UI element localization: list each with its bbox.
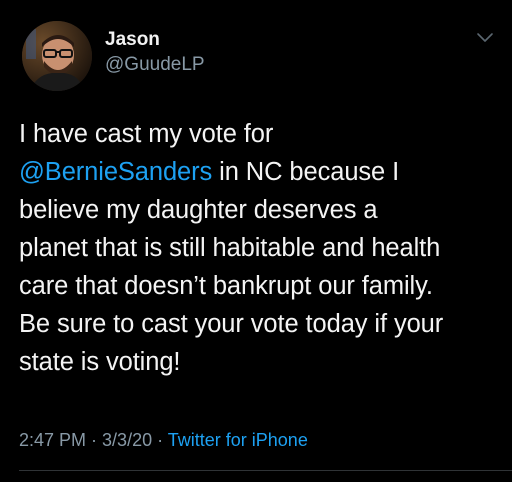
tweet-line: @BernieSanders in NC because I: [19, 153, 504, 191]
avatar[interactable]: [22, 21, 92, 91]
divider: [19, 470, 512, 471]
tweet-date[interactable]: 3/3/20: [102, 430, 152, 450]
meta-separator: ·: [86, 430, 103, 450]
tweet-meta: 2:47 PM · 3/3/20 · Twitter for iPhone: [19, 429, 308, 451]
author-handle[interactable]: @GuudeLP: [105, 54, 205, 76]
tweet-line: care that doesn’t bankrupt our family.: [19, 272, 433, 300]
chevron-down-icon[interactable]: [474, 30, 496, 46]
tweet-line: state is voting!: [19, 348, 181, 376]
tweet-time[interactable]: 2:47 PM: [19, 430, 86, 450]
tweet-source-link[interactable]: Twitter for iPhone: [168, 430, 308, 450]
avatar-photo-icon: [22, 21, 92, 91]
tweet-line: Be sure to cast your vote today if your: [19, 310, 444, 338]
author-name[interactable]: Jason: [105, 29, 160, 51]
tweet-text: I have cast my vote for @BernieSanders i…: [19, 115, 504, 381]
tweet-line: believe my daughter deserves a: [19, 196, 378, 224]
tweet-line: I have cast my vote for: [19, 120, 274, 148]
tweet-line: planet that is still habitable and healt…: [19, 234, 441, 262]
tweet-card: Jason @GuudeLP I have cast my vote for @…: [0, 0, 512, 482]
meta-separator: ·: [152, 430, 168, 450]
tweet-line-rest: in NC because I: [212, 158, 400, 186]
mention-link[interactable]: @BernieSanders: [19, 158, 212, 186]
